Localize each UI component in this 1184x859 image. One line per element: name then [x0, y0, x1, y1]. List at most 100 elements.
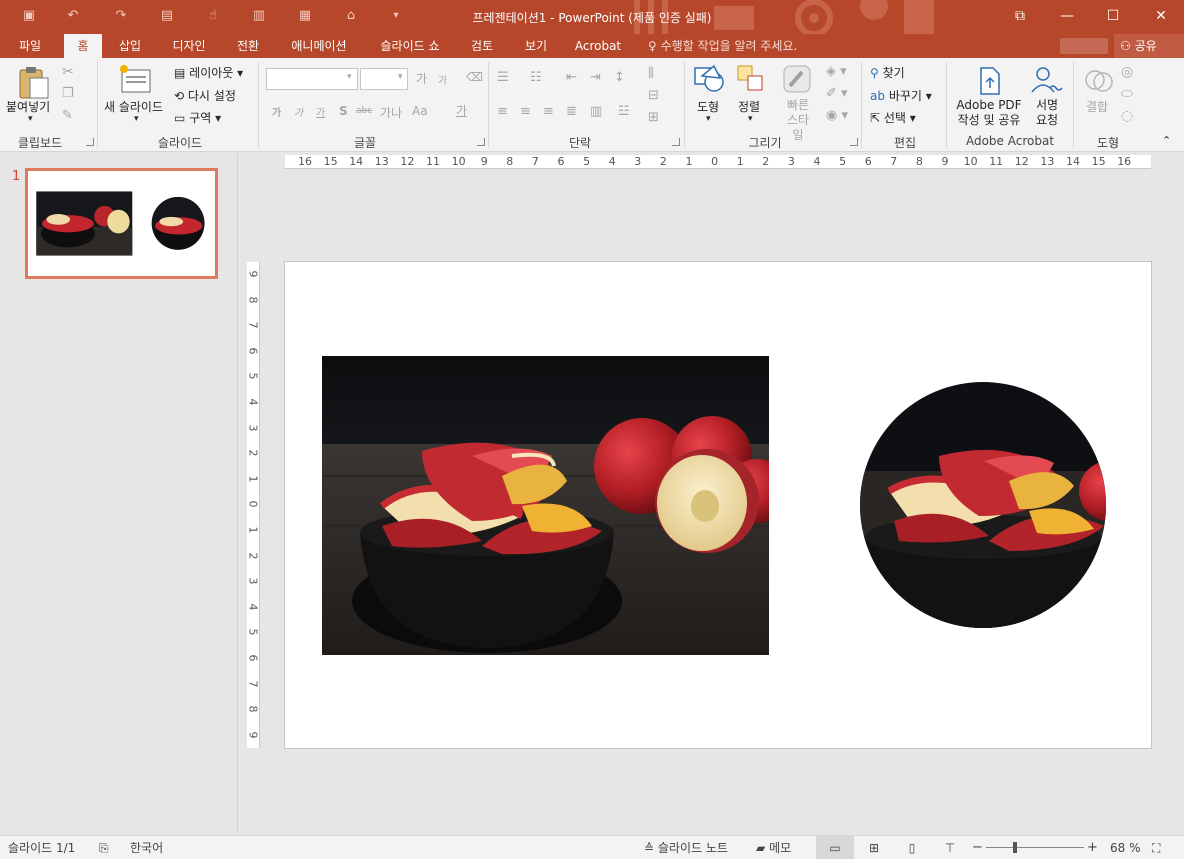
new-slide-dropdown-icon[interactable]: ▾ [134, 114, 139, 124]
arrange-dropdown-icon[interactable]: ▾ [748, 114, 753, 124]
slide-sorter-icon[interactable]: ⊞ [864, 836, 884, 859]
replace-button[interactable]: ab 바꾸기 ▾ [870, 87, 932, 104]
shape-combine-icon[interactable]: ⬭ [1121, 86, 1133, 102]
merge-shapes-icon[interactable] [1084, 66, 1114, 96]
format-painter-icon[interactable]: ✎ [62, 108, 73, 123]
change-case-button[interactable]: Aa [412, 104, 428, 118]
ribbon-display-options-button[interactable]: ⧉ [997, 0, 1043, 34]
tab-file[interactable]: 파일 [8, 34, 52, 58]
font-color-button[interactable]: 가 [456, 102, 467, 119]
decrease-indent-icon[interactable]: ⇤ [566, 70, 577, 85]
tab-home[interactable]: 홈 [64, 34, 102, 58]
clear-format-icon[interactable]: ⌫ [466, 70, 483, 84]
select-button[interactable]: ⇱ 선택 ▾ [870, 109, 916, 126]
tab-transitions[interactable]: 전환 [228, 34, 268, 58]
distributed-icon[interactable]: ▥ [590, 104, 602, 119]
slideshow-view-icon[interactable]: ⊤ [940, 836, 960, 859]
shapes-dropdown-icon[interactable]: ▾ [706, 114, 711, 124]
close-button[interactable]: ✕ [1138, 0, 1184, 34]
shapes-icon[interactable] [692, 64, 726, 94]
font-size-dropdown-icon[interactable]: ▾ [398, 72, 403, 82]
align-center-icon[interactable]: ≡ [520, 104, 531, 119]
zoom-level[interactable]: 68 % [1110, 836, 1141, 859]
new-slide-button[interactable]: 새 슬라이드 [104, 98, 163, 115]
paste-button[interactable]: 붙여넣기 [6, 98, 50, 115]
align-right-icon[interactable]: ≡ [543, 104, 554, 119]
clipboard-launcher-icon[interactable] [86, 138, 94, 146]
font-family-dropdown-icon[interactable]: ▾ [347, 72, 352, 82]
tab-view[interactable]: 보기 [516, 34, 556, 58]
notes-button[interactable]: ≙ 슬라이드 노트 [644, 836, 728, 859]
zoom-slider-thumb[interactable] [1013, 842, 1017, 853]
reading-view-icon[interactable]: ▯ [902, 836, 922, 859]
text-direction-icon[interactable]: ⫼ [648, 66, 654, 81]
shadow-button[interactable]: S [339, 104, 348, 118]
char-spacing-button[interactable]: 가나 [380, 104, 402, 121]
request-signature-button[interactable]: 서명 요청 [1032, 98, 1062, 128]
columns-icon[interactable]: ☳ [618, 104, 630, 119]
apple-bowl-picture[interactable] [322, 356, 769, 655]
copy-icon[interactable]: ❐ [62, 86, 74, 101]
minimize-button[interactable]: — [1044, 0, 1090, 34]
tab-acrobat[interactable]: Acrobat [570, 34, 626, 58]
zoom-slider-track[interactable] [986, 847, 1084, 848]
tab-slideshow[interactable]: 슬라이드 쇼 [370, 34, 450, 58]
apple-bowl-circle-picture[interactable] [859, 381, 1107, 629]
language-indicator[interactable]: 한국어 [130, 836, 163, 859]
justify-icon[interactable]: ≣ [566, 104, 577, 119]
spelling-icon[interactable]: ⎘ [99, 836, 109, 859]
zoom-in-button[interactable]: + [1087, 836, 1098, 859]
grow-font-button[interactable]: 가 [416, 70, 427, 87]
comments-button[interactable]: ▰ 메모 [756, 836, 791, 859]
quick-styles-icon[interactable] [782, 64, 812, 94]
tell-me-box[interactable]: ♀ 수행할 작업을 알려 주세요. [648, 34, 797, 58]
bullets-icon[interactable]: ☰ [497, 70, 509, 85]
fit-to-window-icon[interactable]: ⛶ [1152, 836, 1160, 859]
new-slide-icon[interactable] [118, 64, 154, 94]
smartart-icon[interactable]: ⊞ [648, 110, 659, 125]
shape-union-icon[interactable]: ◎ [1121, 64, 1133, 80]
paste-icon[interactable] [16, 64, 50, 100]
bold-button[interactable]: 가 [272, 104, 281, 119]
shape-effects-icon[interactable]: ◉ ▾ [826, 108, 848, 123]
arrange-icon[interactable] [736, 64, 766, 94]
align-left-icon[interactable]: ≡ [497, 104, 508, 119]
increase-indent-icon[interactable]: ⇥ [590, 70, 601, 85]
paragraph-launcher-icon[interactable] [672, 138, 680, 146]
tab-design[interactable]: 디자인 [164, 34, 214, 58]
shape-fill-icon[interactable]: ◈ ▾ [826, 64, 847, 79]
arrange-button[interactable]: 정렬 [738, 98, 760, 115]
normal-view-icon[interactable]: ▭ [816, 836, 854, 859]
underline-button[interactable]: 가 [316, 104, 325, 119]
shapes-button[interactable]: 도형 [697, 98, 719, 115]
section-button[interactable]: ▭ 구역 ▾ [174, 109, 221, 126]
font-family-input[interactable] [266, 68, 358, 90]
merge-shapes-button[interactable]: 결합 [1086, 98, 1108, 115]
shape-outline-icon[interactable]: ✐ ▾ [826, 86, 848, 101]
collapse-ribbon-icon[interactable]: ⌃ [1162, 134, 1171, 147]
slide-thumbnail-1[interactable] [25, 168, 218, 279]
shape-fragment-icon[interactable]: ◌ [1121, 108, 1133, 124]
tab-animations[interactable]: 애니메이션 [282, 34, 356, 58]
font-launcher-icon[interactable] [477, 138, 485, 146]
drawing-launcher-icon[interactable] [850, 138, 858, 146]
request-signature-icon[interactable] [1030, 66, 1064, 96]
zoom-out-button[interactable]: − [972, 836, 983, 859]
layout-button[interactable]: ▤ 레이아웃 ▾ [174, 64, 243, 81]
align-text-icon[interactable]: ⊟ [648, 88, 659, 103]
create-pdf-icon[interactable] [976, 66, 1004, 96]
tab-insert[interactable]: 삽입 [110, 34, 150, 58]
account-name[interactable] [1060, 38, 1108, 54]
reset-button[interactable]: ⟲ 다시 설정 [174, 87, 236, 104]
create-pdf-button[interactable]: Adobe PDF 작성 및 공유 [954, 98, 1024, 128]
shrink-font-button[interactable]: 가 [438, 72, 447, 87]
paste-dropdown-icon[interactable]: ▾ [28, 114, 33, 124]
numbering-icon[interactable]: ☷ [530, 70, 542, 85]
share-button[interactable]: ⚇ 공유 [1114, 34, 1184, 58]
strikethrough-button[interactable]: abc [356, 106, 372, 116]
italic-button[interactable]: 가 [294, 104, 303, 119]
maximize-button[interactable]: ☐ [1090, 0, 1136, 34]
cut-icon[interactable]: ✂ [62, 64, 74, 80]
tab-review[interactable]: 검토 [462, 34, 502, 58]
line-spacing-icon[interactable]: ↕ [614, 70, 625, 85]
